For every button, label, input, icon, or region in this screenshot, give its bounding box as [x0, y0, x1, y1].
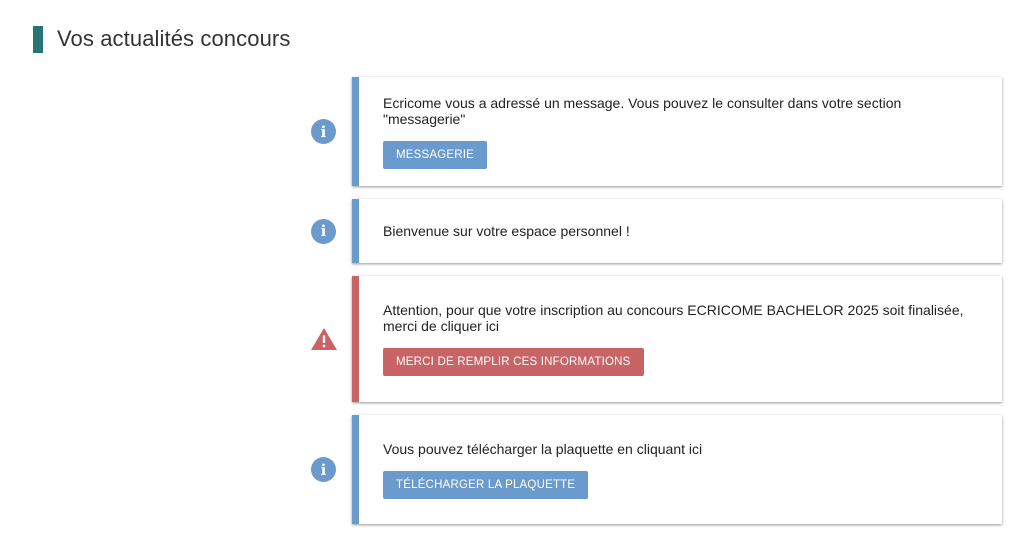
fill-information-button[interactable]: MERCI DE REMPLIR CES INFORMATIONS: [383, 348, 644, 376]
messagerie-button[interactable]: MESSAGERIE: [383, 140, 488, 169]
news-icon-slot: i: [306, 218, 352, 244]
header-accent-bar: [33, 25, 43, 53]
news-item-welcome: i Bienvenue sur votre espace personnel !: [306, 199, 1002, 263]
info-icon: i: [311, 457, 336, 482]
info-icon: i: [311, 218, 336, 244]
news-card: Attention, pour que votre inscription au…: [352, 276, 1002, 402]
news-card: Ecricome vous a adressé un message. Vous…: [352, 77, 1002, 186]
news-card: Vous pouvez télécharger la plaquette en …: [352, 415, 1002, 524]
news-text: Attention, pour que votre inscription au…: [383, 302, 964, 334]
news-item-message: i Ecricome vous a adressé un message. Vo…: [306, 77, 1002, 186]
news-icon-slot: i: [306, 119, 352, 144]
news-icon-slot: [306, 327, 352, 351]
download-brochure-button[interactable]: TÉLÉCHARGER LA PLAQUETTE: [383, 470, 589, 499]
news-item-brochure: i Vous pouvez télécharger la plaquette e…: [306, 415, 1002, 524]
news-icon-slot: i: [306, 457, 352, 482]
news-text: Bienvenue sur votre espace personnel !: [383, 223, 630, 239]
page-header: Vos actualités concours: [33, 25, 290, 53]
news-list: i Ecricome vous a adressé un message. Vo…: [306, 77, 1002, 537]
warning-icon: [311, 328, 337, 350]
info-icon: i: [311, 119, 336, 144]
news-card: Bienvenue sur votre espace personnel !: [352, 199, 1002, 263]
news-item-registration-warning: Attention, pour que votre inscription au…: [306, 276, 1002, 402]
news-text: Vous pouvez télécharger la plaquette en …: [383, 440, 703, 457]
news-text: Ecricome vous a adressé un message. Vous…: [383, 94, 902, 127]
page-title: Vos actualités concours: [57, 26, 291, 51]
